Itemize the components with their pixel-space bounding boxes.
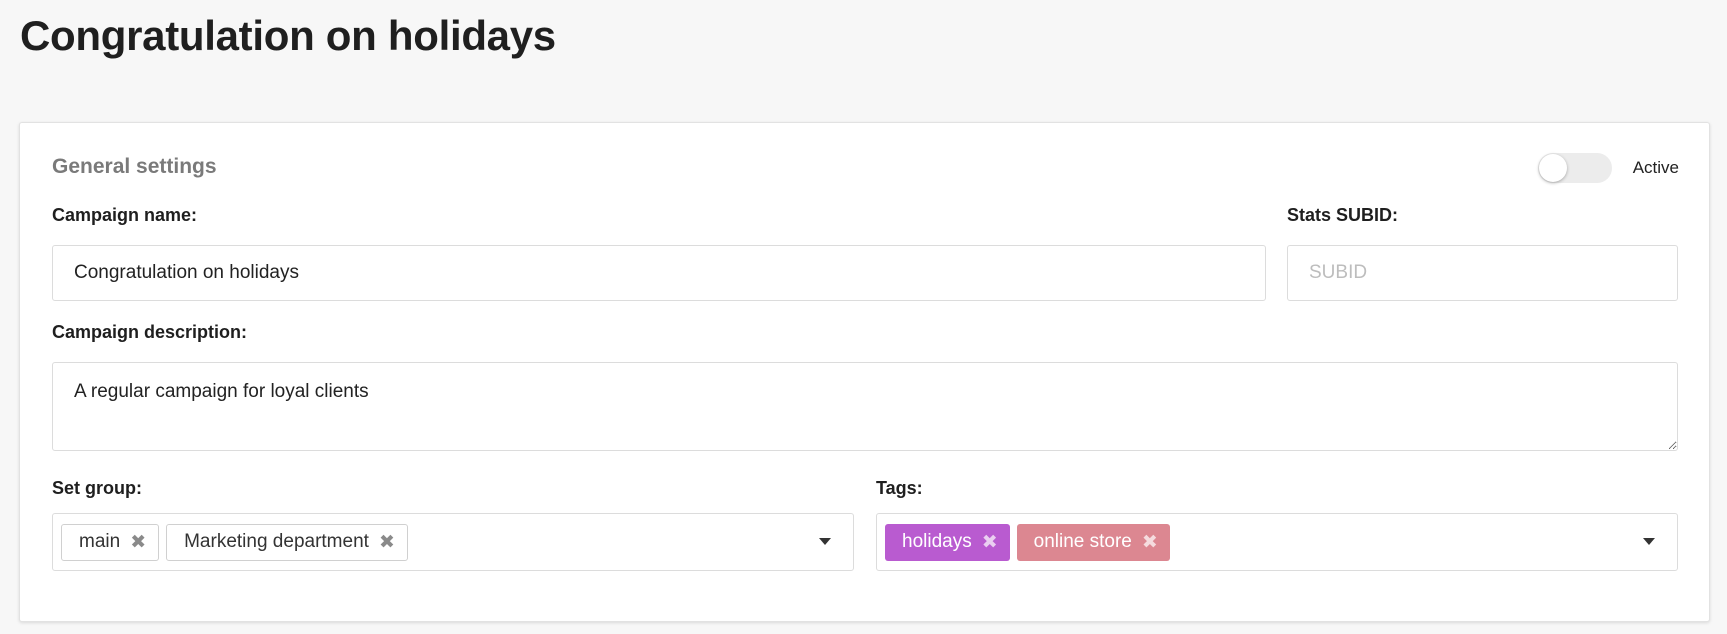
toggle-knob [1538,154,1567,182]
active-toggle-group: Active [1537,153,1679,183]
tags-label: Tags: [876,478,923,498]
remove-icon[interactable]: ✖ [982,531,998,554]
general-settings-card: General settings Active Campaign name: S… [19,122,1710,622]
set-group-label: Set group: [52,478,142,498]
group-chip-marketing-department: Marketing department ✖ [166,523,408,561]
tag-chip-online-store: online store ✖ [1016,523,1170,561]
group-chip-label: main [79,531,121,552]
stats-subid-label: Stats SUBID: [1287,205,1399,225]
remove-icon[interactable]: ✖ [1142,531,1158,554]
active-label: Active [1632,158,1679,177]
tags-select[interactable]: holidays ✖ online store ✖ [876,513,1678,571]
campaign-description-label: Campaign description: [52,322,248,342]
section-title: General settings [52,155,217,178]
stats-subid-input[interactable] [1287,245,1678,301]
remove-icon[interactable]: ✖ [130,531,146,554]
tag-chip-label: online store [1033,531,1132,552]
group-chip-main: main ✖ [61,523,160,561]
tag-chip-holidays: holidays ✖ [885,523,1010,561]
campaign-name-label: Campaign name: [52,205,198,225]
chevron-down-icon[interactable] [819,538,831,545]
tag-chip-label: holidays [902,531,972,552]
campaign-name-input[interactable] [52,245,1266,301]
campaign-description-textarea[interactable] [52,362,1678,451]
chevron-down-icon[interactable] [1643,538,1655,545]
set-group-select[interactable]: main ✖ Marketing department ✖ [52,513,854,571]
active-toggle[interactable] [1537,153,1612,183]
remove-icon[interactable]: ✖ [379,531,395,554]
group-chip-label: Marketing department [184,531,369,552]
page-title: Congratulation on holidays [20,12,556,59]
